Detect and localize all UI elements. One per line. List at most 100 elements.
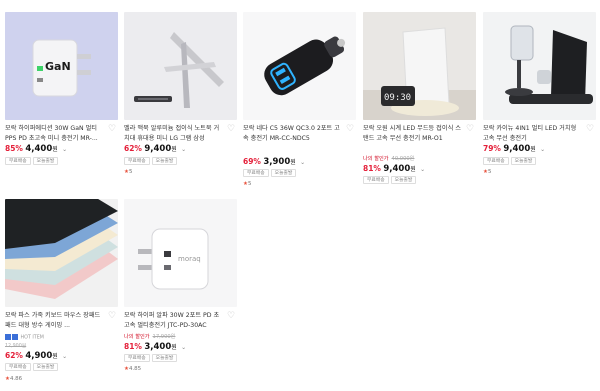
- price-row: 85% 4,400원 ⌄: [5, 144, 67, 155]
- original-price: 17,900원: [152, 334, 176, 340]
- product-thumbnail[interactable]: 09:30: [363, 12, 476, 120]
- tag-today-ship: 오늘출발: [270, 169, 297, 177]
- tag-list: 무료배송 오늘출발: [124, 354, 179, 363]
- discount-rate: 85%: [5, 144, 23, 153]
- tag-free-shipping: 무료배송: [363, 176, 389, 184]
- discount-rate: 81%: [363, 164, 381, 173]
- tag-list: 무료배송 오늘출발: [363, 176, 418, 185]
- wishlist-heart-icon[interactable]: ♡: [586, 125, 595, 134]
- tag-list: 무료배송 오늘출발: [243, 169, 298, 178]
- chevron-down-icon[interactable]: ⌄: [181, 146, 186, 153]
- tag-free-shipping: 무료배송: [124, 157, 150, 165]
- tag-list: 무료배송 오늘출발: [483, 157, 538, 166]
- currency-unit: 원: [290, 159, 296, 166]
- rating-value: 5: [128, 169, 133, 175]
- rating-value: 5: [247, 181, 252, 187]
- tag-today-ship: 오늘출발: [32, 363, 59, 371]
- chevron-down-icon[interactable]: ⌄: [300, 159, 305, 166]
- sale-price: 4,400: [25, 144, 53, 154]
- price-row: 62% 4,900원 ⌄: [5, 351, 67, 362]
- price-row: 81% 9,400원 ⌄: [363, 164, 425, 175]
- my-discount-label: 나의 할인가 40,000원: [363, 156, 414, 163]
- currency-unit: 원: [171, 146, 177, 153]
- wishlist-heart-icon[interactable]: ♡: [346, 125, 355, 134]
- product-title[interactable]: 벨라 맥북 알루미늄 접이식 노트북 거치대 휴대용 미니 LG 그램 삼성: [124, 124, 224, 144]
- my-discount-label: 나의 할인가 17,900원: [124, 334, 175, 341]
- promo-badge-icon: [5, 334, 11, 340]
- led-clock-wireless-charger-image: 09:30: [363, 12, 476, 120]
- product-title[interactable]: 모락 오원 시계 LED 무드등 접이식 스탠드 고속 무선 충전기 MR-O1: [363, 124, 463, 144]
- sale-price: 9,400: [383, 164, 411, 174]
- tag-free-shipping: 무료배송: [124, 354, 150, 362]
- rating: ★4.86: [5, 375, 22, 383]
- discount-rate: 81%: [124, 342, 142, 351]
- sale-price: 9,400: [144, 144, 172, 154]
- tag-free-shipping: 무료배송: [243, 169, 269, 177]
- original-price: 40,000원: [391, 156, 415, 162]
- tag-today-ship: 오늘출발: [151, 157, 178, 165]
- product-thumbnail[interactable]: [243, 12, 356, 120]
- chevron-down-icon[interactable]: ⌄: [62, 353, 67, 360]
- wishlist-heart-icon[interactable]: ♡: [227, 125, 236, 134]
- price-row: 81% 3,400원 ⌄: [124, 342, 186, 353]
- product-thumbnail[interactable]: GaN: [5, 12, 118, 120]
- tag-today-ship: 오늘출발: [151, 354, 178, 362]
- chevron-down-icon[interactable]: ⌄: [62, 146, 67, 153]
- wall-charger-image: moraq: [124, 199, 237, 307]
- wishlist-heart-icon[interactable]: ♡: [108, 125, 117, 134]
- product-title[interactable]: 모락 네다 C5 36W QC3.0 2포트 고속 충전기 MR-CC-NDC5: [243, 124, 343, 144]
- leather-desk-pad-image: [5, 199, 118, 307]
- chevron-down-icon[interactable]: ⌄: [181, 344, 186, 351]
- chevron-down-icon[interactable]: ⌄: [420, 166, 425, 173]
- deal-label-text: 나의 할인가: [124, 334, 150, 340]
- currency-unit: 원: [171, 344, 177, 351]
- tag-free-shipping: 무료배송: [5, 363, 31, 371]
- discount-rate: 69%: [243, 157, 261, 166]
- rating-value: 4.85: [128, 366, 142, 372]
- product-thumbnail[interactable]: [5, 199, 118, 307]
- discount-rate: 62%: [5, 351, 23, 360]
- product-thumbnail[interactable]: moraq: [124, 199, 237, 307]
- gan-charger-image: GaN: [5, 12, 118, 120]
- original-price-text: 12,900원: [5, 344, 27, 349]
- chevron-down-icon[interactable]: ⌄: [540, 146, 545, 153]
- price-row: 79% 9,400원 ⌄: [483, 144, 545, 155]
- rating: ★4.85: [124, 365, 141, 373]
- wishlist-heart-icon[interactable]: ♡: [108, 312, 117, 321]
- currency-unit: 원: [410, 166, 416, 173]
- product-title[interactable]: 모락 카이뉴 4IN1 멀티 LED 거치형 고속 무선 충전기: [483, 124, 583, 144]
- tag-today-ship: 오늘출발: [32, 157, 59, 165]
- currency-unit: 원: [530, 146, 536, 153]
- tag-list: 무료배송 오늘출발: [5, 157, 60, 166]
- currency-unit: 원: [52, 146, 58, 153]
- product-title[interactable]: 모락 파스 가죽 키보드 마우스 장패드 패드 대형 방수 게이밍 ...: [5, 311, 105, 331]
- product-thumbnail[interactable]: [124, 12, 237, 120]
- car-charger-image: [243, 12, 356, 120]
- promo-badge-icon: [12, 334, 18, 340]
- brand-logo-text: moraq: [178, 255, 201, 263]
- product-title[interactable]: 모락 하이퍼 알파 30W 2포트 PD 초고속 멀티충전기 JTC-PD-30…: [124, 311, 224, 331]
- clock-display-text: 09:30: [384, 93, 411, 103]
- wishlist-heart-icon[interactable]: ♡: [466, 125, 475, 134]
- rating: ★5: [124, 168, 132, 176]
- product-grid: GaN 모락 하이퍼에디션 30W GaN 멀티 PPS PD 초고속 미니 충…: [0, 0, 600, 391]
- gan-logo-text: GaN: [45, 60, 71, 73]
- sale-price: 3,400: [144, 342, 172, 352]
- product-title[interactable]: 모락 하이퍼에디션 30W GaN 멀티 PPS PD 초고속 미니 충전기 M…: [5, 124, 105, 144]
- tag-today-ship: 오늘출발: [510, 157, 537, 165]
- discount-rate: 79%: [483, 144, 501, 153]
- badge-row: HOT ITEM: [5, 334, 44, 342]
- original-price: 12,900원: [5, 343, 26, 350]
- sale-price: 3,900: [263, 157, 291, 167]
- discount-rate: 62%: [124, 144, 142, 153]
- wishlist-heart-icon[interactable]: ♡: [227, 312, 236, 321]
- rating: ★5: [483, 168, 491, 176]
- deal-label-text: 나의 할인가: [363, 156, 389, 162]
- tag-free-shipping: 무료배송: [483, 157, 509, 165]
- sale-price: 9,400: [503, 144, 531, 154]
- price-row: 62% 9,400원 ⌄: [124, 144, 186, 155]
- price-row: 69% 3,900원 ⌄: [243, 157, 305, 168]
- tag-today-ship: 오늘출발: [390, 176, 417, 184]
- product-thumbnail[interactable]: [483, 12, 596, 120]
- rating-value: 5: [487, 169, 492, 175]
